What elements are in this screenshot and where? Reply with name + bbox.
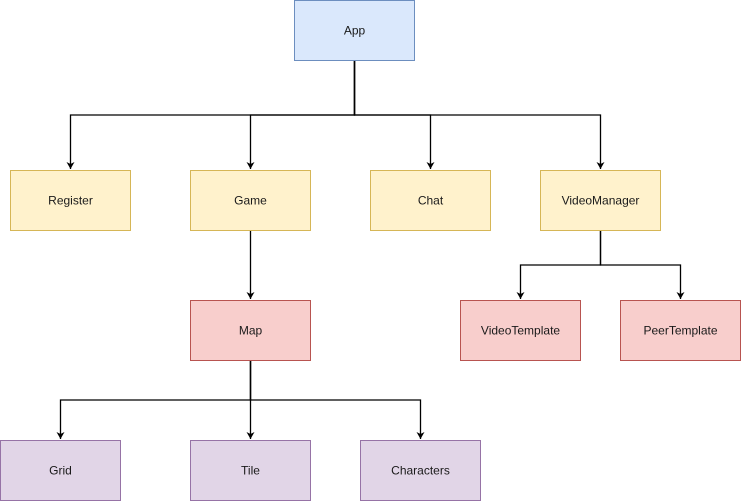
node-tile-label: Tile	[241, 464, 260, 478]
node-videomanager-label: VideoManager	[562, 194, 640, 208]
node-grid-label: Grid	[49, 464, 72, 478]
node-videotemplate[interactable]: VideoTemplate	[460, 300, 581, 361]
edges	[56, 60, 685, 439]
node-app[interactable]: App	[294, 0, 415, 61]
edge-app-to-videomanager	[353, 60, 605, 169]
node-chat[interactable]: Chat	[370, 170, 491, 231]
node-game-label: Game	[234, 194, 267, 208]
node-peertemplate-label: PeerTemplate	[643, 324, 717, 338]
node-characters[interactable]: Characters	[360, 440, 481, 501]
node-videomanager[interactable]: VideoManager	[540, 170, 661, 231]
node-register-label: Register	[48, 194, 93, 208]
node-chat-label: Chat	[418, 194, 444, 208]
node-map[interactable]: Map	[190, 300, 311, 361]
node-map-label: Map	[239, 324, 263, 338]
node-videotemplate-label: VideoTemplate	[481, 324, 560, 338]
edge-videomanager-to-videotemplate	[516, 230, 602, 299]
node-game[interactable]: Game	[190, 170, 311, 231]
edge-videomanager-to-peertemplate	[599, 230, 685, 299]
component-tree-diagram: App Register Game Chat VideoManager Map VideoT…	[0, 0, 741, 501]
node-grid[interactable]: Grid	[0, 440, 121, 501]
node-characters-label: Characters	[391, 464, 450, 478]
nodes: App Register Game Chat VideoManager Map VideoT…	[0, 0, 741, 501]
node-app-label: App	[344, 24, 366, 38]
edge-app-to-game	[246, 60, 356, 169]
edge-map-to-grid	[56, 360, 252, 439]
node-peertemplate[interactable]: PeerTemplate	[620, 300, 741, 361]
node-tile[interactable]: Tile	[190, 440, 311, 501]
edge-map-to-characters	[249, 360, 425, 439]
node-register[interactable]: Register	[10, 170, 131, 231]
